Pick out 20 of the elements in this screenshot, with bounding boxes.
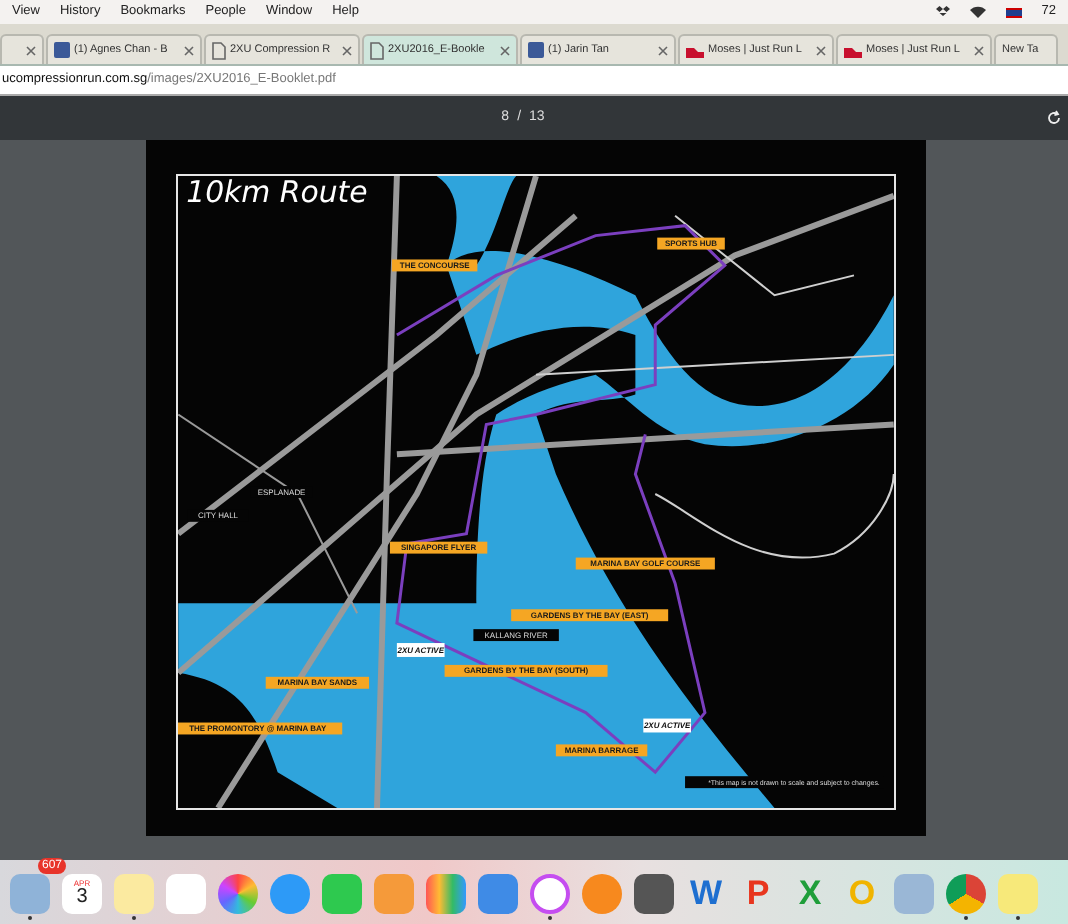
- facebook-icon: [528, 42, 544, 58]
- browser-tab[interactable]: [0, 34, 44, 64]
- wifi-icon[interactable]: [969, 6, 986, 18]
- browser-logo-icon[interactable]: [946, 874, 986, 914]
- close-icon[interactable]: [658, 45, 668, 55]
- facebook-icon: [54, 42, 70, 58]
- map-title: 10km Route: [186, 174, 368, 210]
- dropbox-icon[interactable]: [935, 6, 950, 18]
- calendar-day: 3: [76, 888, 88, 908]
- close-icon[interactable]: [974, 45, 984, 55]
- app-letter-icon[interactable]: W: [686, 874, 726, 914]
- document-icon: [212, 41, 226, 59]
- close-icon[interactable]: [500, 45, 510, 55]
- flag-icon[interactable]: [1005, 7, 1022, 17]
- close-icon[interactable]: [26, 45, 36, 55]
- close-icon[interactable]: [184, 45, 194, 55]
- close-icon[interactable]: [816, 45, 826, 55]
- document-icon: [370, 41, 384, 59]
- close-icon[interactable]: [342, 45, 352, 55]
- rotate-icon[interactable]: [1046, 110, 1062, 126]
